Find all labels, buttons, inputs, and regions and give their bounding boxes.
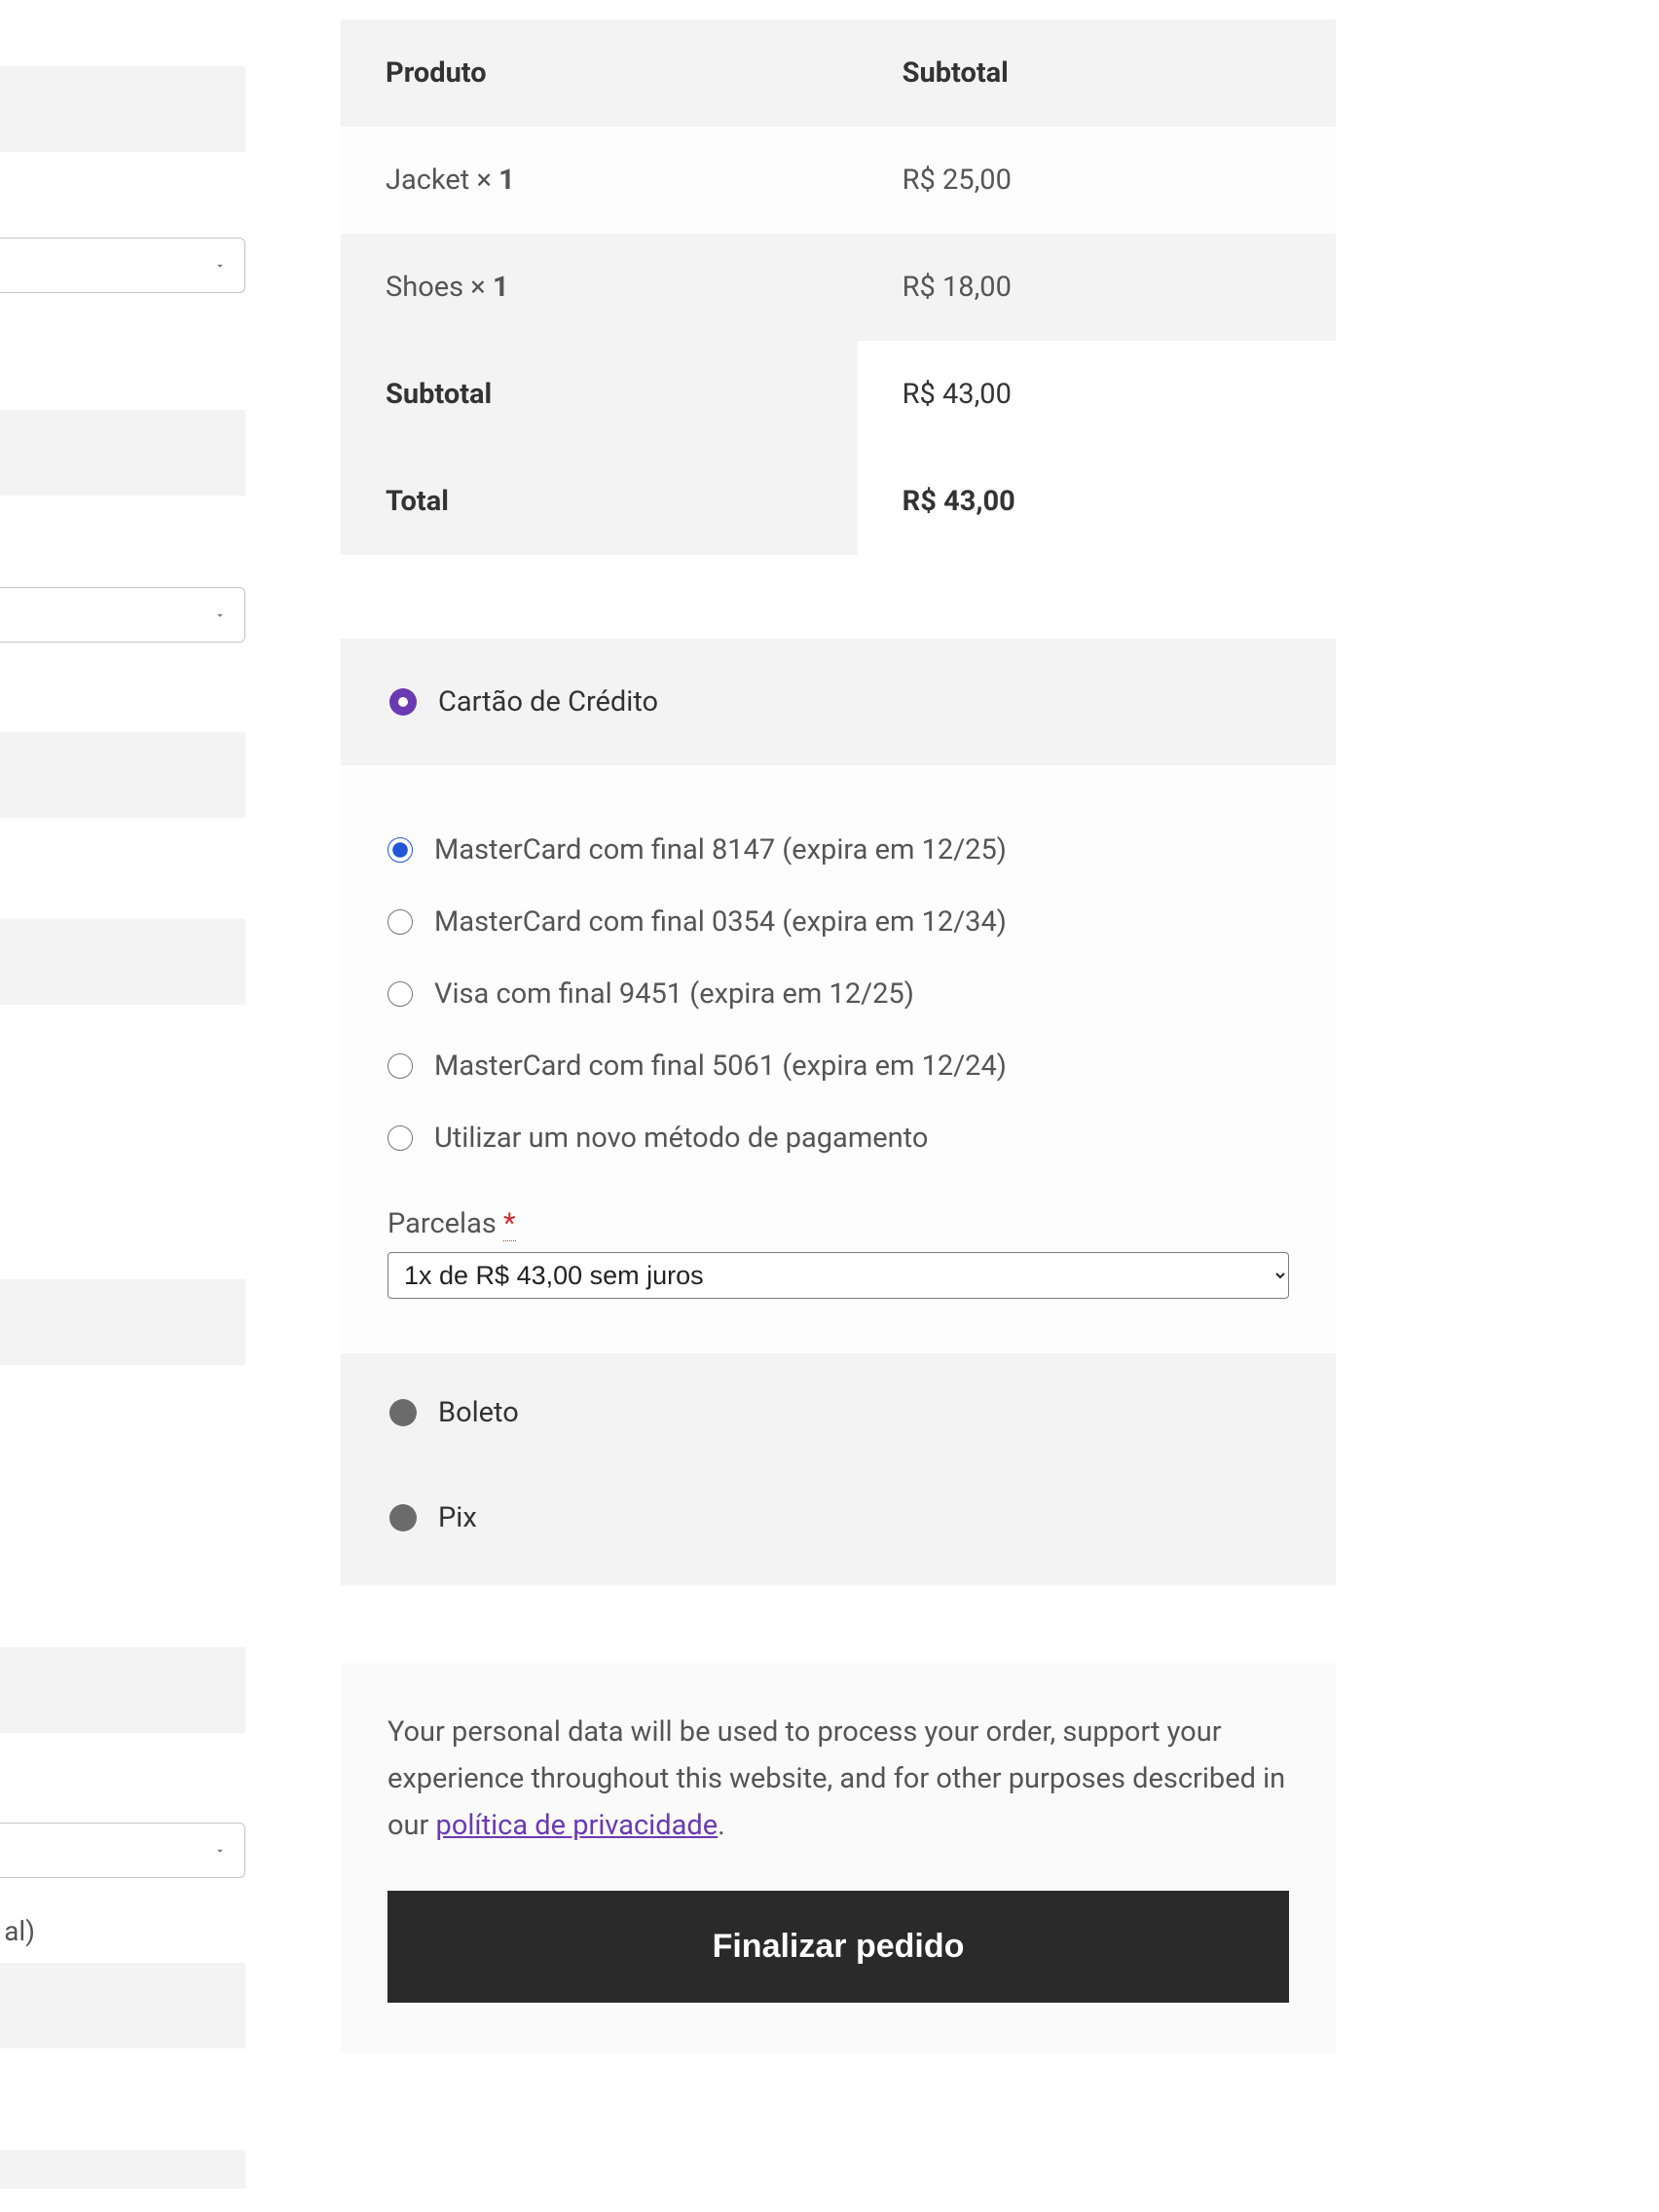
installments-label: Parcelas * [387,1207,1289,1240]
qty-prefix: × [470,271,493,304]
header-subtotal: Subtotal [858,19,1336,127]
card-label: Utilizar um novo método de pagamento [434,1122,928,1155]
radio-unselected-icon [389,1504,417,1531]
form-field-placeholder[interactable] [0,410,245,496]
installments-select[interactable]: 1x de R$ 43,00 sem juros [387,1252,1289,1299]
card-label: MasterCard com final 0354 (expira em 12/… [434,905,1007,939]
privacy-policy-link[interactable]: política de privacidade [436,1809,719,1842]
saved-card-option[interactable]: Visa com final 9451 (expira em 12/25) [387,977,1289,1011]
payment-methods: Cartão de Crédito MasterCard com final 8… [341,639,1336,1585]
subtotal-value: R$ 43,00 [858,341,1336,448]
payment-method-label: Boleto [438,1396,519,1429]
payment-method-pix[interactable]: Pix [341,1472,1336,1585]
radio-unselected-icon [389,1399,417,1426]
subtotal-label: Subtotal [341,341,858,448]
table-row: Jacket × 1 R$ 25,00 [341,127,1336,234]
subtotal-row: Subtotal R$ 43,00 [341,341,1336,448]
form-field-placeholder[interactable] [0,2150,245,2189]
qty-prefix: × [476,164,498,197]
card-radio[interactable] [387,981,413,1007]
saved-card-option[interactable]: MasterCard com final 0354 (expira em 12/… [387,905,1289,939]
chevron-down-icon [213,1844,227,1858]
form-field-placeholder[interactable] [0,732,245,818]
form-select-placeholder[interactable] [0,1823,245,1878]
radio-selected-icon [389,688,417,716]
payment-method-label: Cartão de Crédito [438,685,658,719]
form-field-placeholder[interactable] [0,1279,245,1365]
product-price: R$ 18,00 [858,234,1336,341]
product-name: Shoes [386,271,463,304]
product-price: R$ 25,00 [858,127,1336,234]
form-field-placeholder[interactable] [0,1647,245,1733]
table-row: Shoes × 1 R$ 18,00 [341,234,1336,341]
chevron-down-icon [213,259,227,273]
product-qty: 1 [498,164,515,197]
form-field-placeholder[interactable] [0,1963,245,2048]
payment-method-credit-card[interactable]: Cartão de Crédito [341,639,1336,765]
saved-card-option[interactable]: MasterCard com final 5061 (expira em 12/… [387,1050,1289,1083]
product-cell: Jacket × 1 [341,127,858,234]
card-label: MasterCard com final 5061 (expira em 12/… [434,1050,1007,1083]
new-card-option[interactable]: Utilizar um novo método de pagamento [387,1122,1289,1155]
total-value: R$ 43,00 [858,448,1336,555]
product-name: Jacket [386,164,469,197]
product-qty: 1 [493,271,509,304]
total-label: Total [341,448,858,555]
form-field-placeholder[interactable] [0,66,245,152]
product-cell: Shoes × 1 [341,234,858,341]
billing-form-partial: al) [0,0,245,2189]
header-product: Produto [341,19,858,127]
place-order-button[interactable]: Finalizar pedido [387,1891,1289,2003]
card-label: MasterCard com final 8147 (expira em 12/… [434,833,1007,866]
total-row: Total R$ 43,00 [341,448,1336,555]
form-field-placeholder[interactable] [0,919,245,1005]
place-order-section: Your personal data will be used to proce… [341,1663,1336,2053]
form-select-placeholder[interactable] [0,238,245,293]
chevron-down-icon [213,608,227,622]
order-review-table: Produto Subtotal Jacket × 1 R$ 25,00 Sho… [341,19,1336,555]
payment-method-label: Pix [438,1501,477,1534]
required-asterisk: * [503,1207,516,1241]
payment-method-boleto[interactable]: Boleto [341,1353,1336,1472]
privacy-policy-text: Your personal data will be used to proce… [387,1710,1289,1850]
credit-card-panel: MasterCard com final 8147 (expira em 12/… [341,765,1336,1353]
saved-card-option[interactable]: MasterCard com final 8147 (expira em 12/… [387,833,1289,866]
card-radio[interactable] [387,1053,413,1079]
form-select-placeholder[interactable] [0,587,245,643]
partial-label-text: al) [0,1907,245,1955]
card-radio[interactable] [387,837,413,863]
card-radio[interactable] [387,909,413,935]
card-radio[interactable] [387,1125,413,1151]
card-label: Visa com final 9451 (expira em 12/25) [434,977,914,1011]
